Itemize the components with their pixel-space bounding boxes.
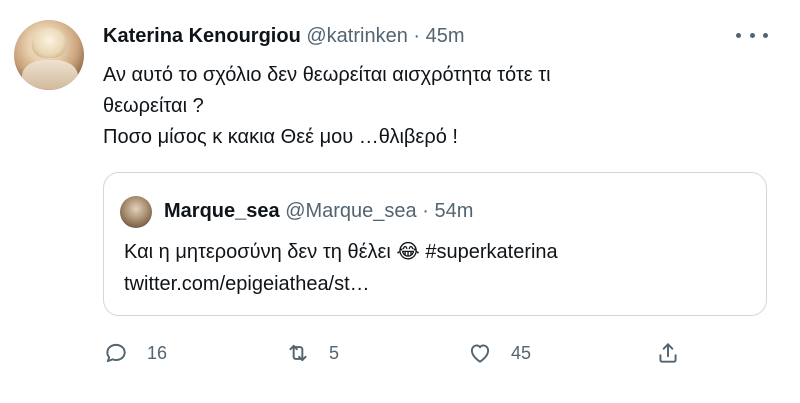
share-icon	[659, 343, 677, 363]
quoted-tweet[interactable]: Marque_sea @Marque_sea · 54m Και η μητερ…	[103, 172, 767, 316]
like-count: 45	[511, 342, 532, 363]
quoted-header: Marque_sea @Marque_sea · 54m	[164, 197, 473, 225]
share-button[interactable]	[655, 340, 681, 366]
quoted-author-name: Marque_sea	[164, 200, 280, 222]
separator-dot: ·	[413, 25, 421, 47]
like-button[interactable]: 45	[467, 340, 531, 366]
quoted-author-handle: @Marque_sea	[285, 200, 417, 222]
author-avatar[interactable]	[14, 20, 84, 90]
laughing-emoji-icon: 😂	[396, 239, 420, 263]
author-name[interactable]: Katerina Kenourgiou	[103, 25, 301, 47]
retweet-count: 5	[329, 342, 340, 363]
more-icon[interactable]	[736, 28, 768, 42]
tweet-actions: 16 5 45	[103, 340, 693, 374]
reply-icon	[106, 343, 126, 363]
quoted-link[interactable]: twitter.com/epigeiathea/st…	[124, 273, 370, 295]
author-handle[interactable]: @katrinken	[306, 25, 407, 47]
tweet-text-line: Αν αυτό το σχόλιο δεν θεωρείται αισχρότη…	[103, 64, 551, 86]
quoted-author-avatar	[120, 196, 152, 228]
quoted-text-line: Και η μητεροσύνη δεν τη θέλει	[124, 241, 391, 263]
tweet-text-line: θεωρείται ?	[103, 95, 204, 117]
tweet-header: Katerina Kenourgiou @katrinken · 45m	[103, 22, 465, 50]
reply-count: 16	[147, 342, 168, 363]
retweet-icon	[289, 344, 307, 362]
hashtag-link[interactable]: #superkaterina	[425, 241, 557, 263]
quoted-text: Και η μητεροσύνη δεν τη θέλει 😂 #superka…	[124, 235, 754, 300]
tweet-text-line: Ποσο μίσος κ κακια Θεέ μου …θλιβερό !	[103, 126, 458, 148]
heart-icon	[470, 344, 490, 363]
separator-dot: ·	[422, 200, 429, 222]
tweet-text: Αν αυτό το σχόλιο δεν θεωρείται αισχρότη…	[103, 60, 743, 153]
retweet-button[interactable]: 5	[285, 340, 339, 366]
quoted-time: 54m	[434, 200, 474, 222]
tweet-time[interactable]: 45m	[426, 25, 465, 47]
reply-button[interactable]: 16	[103, 340, 167, 366]
